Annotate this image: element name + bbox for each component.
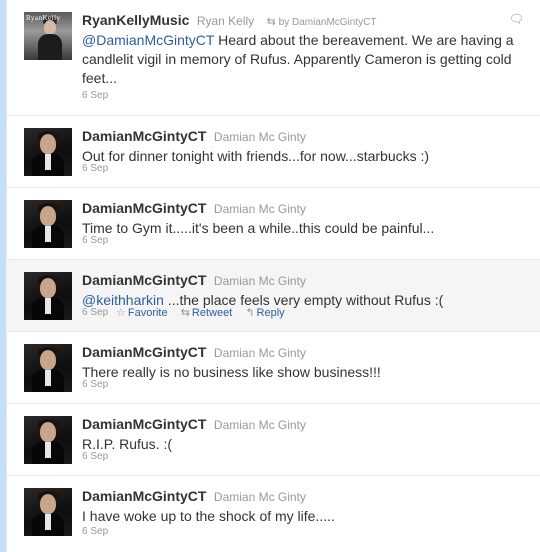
avatar[interactable]	[24, 128, 72, 176]
full-name: Damian Mc Ginty	[213, 418, 306, 432]
retweet-button[interactable]: ⇆ Retweet	[181, 307, 233, 319]
full-name: Damian Mc Ginty	[213, 490, 306, 504]
tweet-header: DamianMcGintyCT Damian Mc Ginty	[82, 272, 306, 290]
full-name: Ryan Kelly	[196, 14, 255, 28]
tweet-text: Out for dinner tonight with friends...fo…	[82, 148, 430, 164]
avatar-logo-text: RyanKelly	[26, 14, 61, 22]
avatar[interactable]	[24, 200, 72, 248]
screen-name[interactable]: DamianMcGintyCT	[82, 344, 206, 360]
tweet-timeline: RyanKelly RyanKellyMusic Ryan Kelly ⇆ by…	[6, 0, 540, 552]
screen-name[interactable]: DamianMcGintyCT	[82, 416, 206, 432]
tweet-item[interactable]: RyanKelly RyanKellyMusic Ryan Kelly ⇆ by…	[6, 0, 540, 116]
tweet-actions: ☆ Favorite ⇆ Retweet ↰ Reply	[116, 306, 295, 319]
timestamp[interactable]: 6 Sep	[82, 526, 108, 537]
retweet-icon: ⇆	[180, 307, 190, 319]
favorite-button[interactable]: ☆ Favorite	[116, 307, 168, 319]
speech-bubble-icon[interactable]: 🗨	[509, 12, 524, 26]
retweet-info: ⇆ by DamianMcGintyCT	[266, 16, 377, 28]
tweet-text: @DamianMcGintyCT Heard about the bereave…	[82, 31, 522, 88]
tweet-text: R.I.P. Rufus. :(	[82, 436, 172, 452]
tweet-header: DamianMcGintyCT Damian Mc Ginty	[82, 200, 306, 218]
avatar[interactable]	[24, 488, 72, 536]
tweet-item[interactable]: DamianMcGintyCT Damian Mc Ginty There re…	[6, 332, 540, 404]
timestamp[interactable]: 6 Sep	[82, 379, 108, 390]
retweeted-by[interactable]: by DamianMcGintyCT	[279, 17, 377, 28]
full-name: Damian Mc Ginty	[213, 202, 306, 216]
tweet-text: I have woke up to the shock of my life..…	[82, 508, 335, 524]
screen-name[interactable]: RyanKellyMusic	[82, 12, 189, 28]
mention-link[interactable]: @DamianMcGintyCT	[82, 32, 214, 48]
avatar[interactable]	[24, 272, 72, 320]
screen-name[interactable]: DamianMcGintyCT	[82, 200, 206, 216]
screen-name[interactable]: DamianMcGintyCT	[82, 488, 206, 504]
tweet-item[interactable]: DamianMcGintyCT Damian Mc Ginty I have w…	[6, 476, 540, 552]
timestamp[interactable]: 6 Sep	[82, 451, 108, 462]
reply-button[interactable]: ↰ Reply	[245, 307, 284, 319]
tweet-text: There really is no business like show bu…	[82, 364, 381, 380]
full-name: Damian Mc Ginty	[213, 130, 306, 144]
tweet-header: DamianMcGintyCT Damian Mc Ginty	[82, 488, 306, 506]
tweet-item[interactable]: DamianMcGintyCT Damian Mc Ginty Out for …	[6, 116, 540, 188]
tweet-item[interactable]: DamianMcGintyCT Damian Mc Ginty R.I.P. R…	[6, 404, 540, 476]
screen-name[interactable]: DamianMcGintyCT	[82, 128, 206, 144]
reply-arrow-icon: ↰	[245, 307, 255, 319]
timestamp[interactable]: 6 Sep	[82, 163, 108, 174]
screen-name[interactable]: DamianMcGintyCT	[82, 272, 206, 288]
tweet-header: DamianMcGintyCT Damian Mc Ginty	[82, 344, 306, 362]
full-name: Damian Mc Ginty	[213, 274, 306, 288]
avatar[interactable]: RyanKelly	[24, 12, 72, 60]
avatar[interactable]	[24, 416, 72, 464]
full-name: Damian Mc Ginty	[213, 346, 306, 360]
star-icon: ☆	[116, 307, 126, 319]
timestamp[interactable]: 6 Sep	[82, 307, 108, 318]
tweet-header: DamianMcGintyCT Damian Mc Ginty	[82, 128, 306, 146]
tweet-item[interactable]: DamianMcGintyCT Damian Mc Ginty Time to …	[6, 188, 540, 260]
avatar[interactable]	[24, 344, 72, 392]
tweet-header: DamianMcGintyCT Damian Mc Ginty	[82, 416, 306, 434]
timestamp[interactable]: 6 Sep	[82, 90, 108, 101]
timestamp[interactable]: 6 Sep	[82, 235, 108, 246]
tweet-header: RyanKellyMusic Ryan Kelly ⇆ by DamianMcG…	[82, 12, 376, 30]
retweet-icon: ⇆	[266, 16, 276, 28]
tweet-item-hovered[interactable]: DamianMcGintyCT Damian Mc Ginty @keithha…	[6, 260, 540, 332]
tweet-text: Time to Gym it.....it's been a while..th…	[82, 220, 435, 236]
